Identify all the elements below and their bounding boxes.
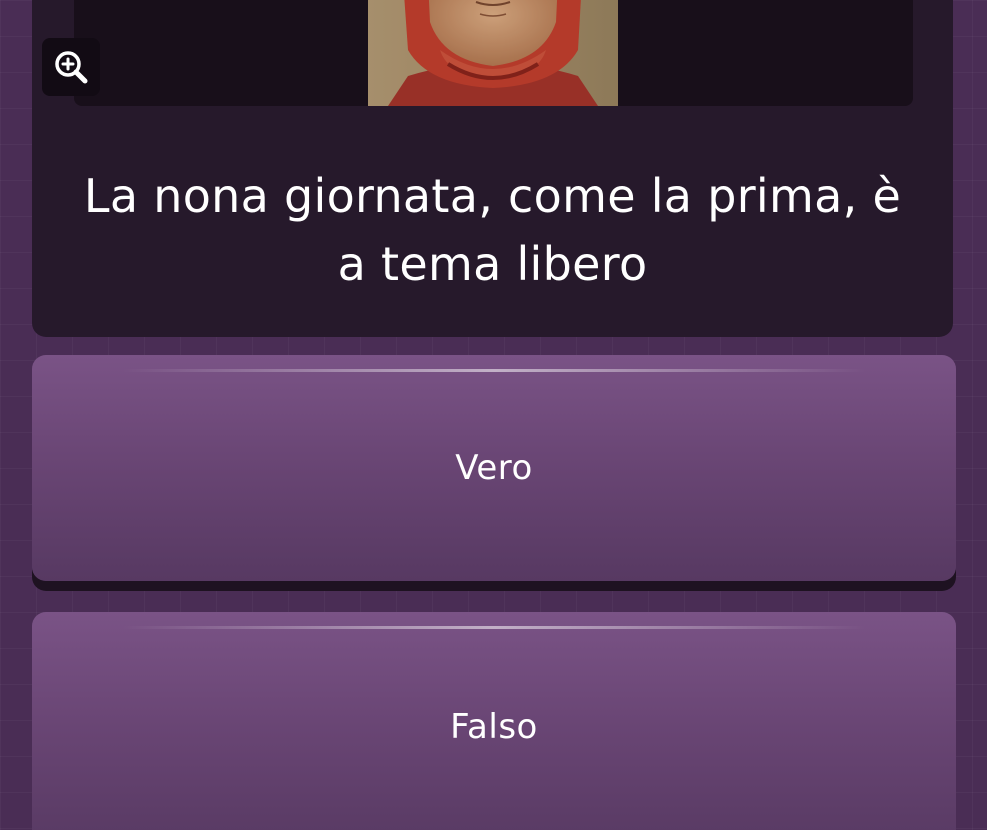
answer-label: Falso [450, 707, 538, 747]
answer-sheen [122, 626, 866, 629]
answer-option-vero[interactable]: Vero [32, 355, 956, 581]
answer-label: Vero [455, 448, 533, 488]
answer-sheen [122, 369, 866, 372]
question-card: La nona giornata, come la prima, è a tem… [32, 0, 953, 337]
answer-option-falso[interactable]: Falso [32, 612, 956, 830]
portrait-illustration [368, 0, 618, 106]
question-text: La nona giornata, come la prima, è a tem… [83, 169, 902, 291]
portrait-image[interactable] [368, 0, 618, 106]
zoom-in-button[interactable] [42, 38, 100, 96]
zoom-in-icon [55, 51, 88, 84]
question-media [74, 0, 913, 106]
